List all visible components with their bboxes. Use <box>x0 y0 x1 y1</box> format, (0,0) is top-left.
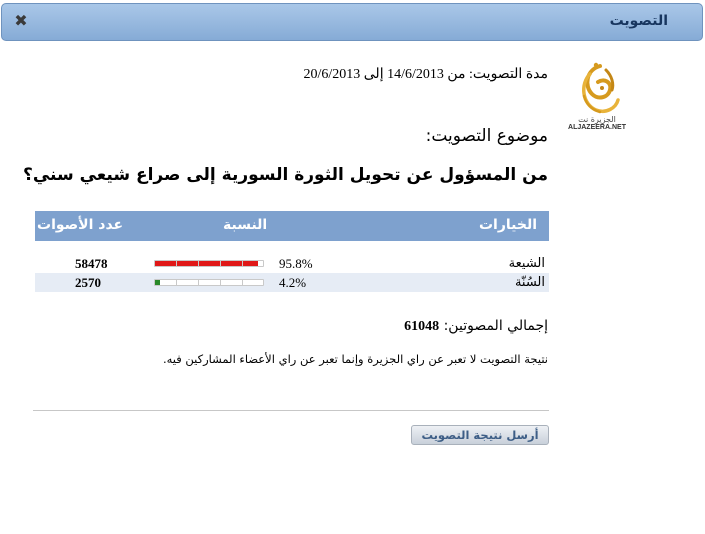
aljazeera-wordmark: ALJAZEERA.NET <box>568 124 626 131</box>
result-votes: 58478 <box>75 256 108 271</box>
poll-subject-heading: موضوع التصويت: <box>425 126 548 146</box>
divider <box>33 410 549 411</box>
poll-duration: مدة التصويت: من 14/6/2013 إلى 20/6/2013 <box>303 67 548 82</box>
dialog-titlebar: ✖ التصويت <box>1 3 703 41</box>
result-percent: 4.2% <box>279 275 307 290</box>
total-voters: إجمالي المصوتين: 61048 <box>404 318 548 335</box>
svg-text:الجزيرة نت: الجزيرة نت <box>578 115 616 124</box>
poll-question: من المسؤول عن تحويل الثورة السورية إلى ص… <box>22 165 548 185</box>
result-votes: 2570 <box>75 275 101 290</box>
results-header: الخيارات النسبة عدد الأصوات <box>35 211 549 241</box>
result-percent: 95.8% <box>279 256 313 271</box>
column-percent: النسبة <box>223 217 268 233</box>
column-votes: عدد الأصوات <box>37 217 124 233</box>
result-bar <box>154 279 264 286</box>
poll-disclaimer: نتيجة التصويت لا تعبر عن راي الجزيرة وإن… <box>162 352 548 366</box>
aljazeera-logo: الجزيرة نت ALJAZEERA.NET <box>566 60 628 138</box>
result-choice: الشيعة <box>508 256 545 271</box>
close-icon[interactable]: ✖ <box>13 12 29 30</box>
result-choice: السُنّة <box>514 275 545 290</box>
total-voters-label: إجمالي المصوتين: <box>443 318 548 334</box>
send-result-button[interactable]: أرسل نتيجة التصويت <box>411 425 549 445</box>
aljazeera-calligraphy-icon: الجزيرة نت <box>578 62 620 124</box>
result-row: السُنّة 4.2% 2570 <box>35 273 549 292</box>
total-voters-value: 61048 <box>404 319 440 334</box>
dialog-title: التصويت <box>609 13 668 29</box>
results-table: الخيارات النسبة عدد الأصوات الشيعة 95.8%… <box>35 211 549 292</box>
result-bar <box>154 260 264 267</box>
result-row: الشيعة 95.8% 58478 <box>35 254 549 273</box>
column-choices: الخيارات <box>478 217 537 233</box>
